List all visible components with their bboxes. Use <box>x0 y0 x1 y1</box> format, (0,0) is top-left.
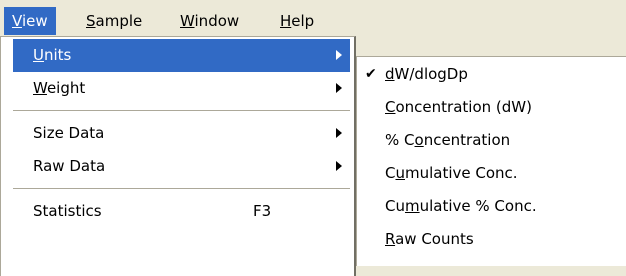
menu-separator <box>13 183 350 195</box>
menu-window-label-post: indow <box>194 12 240 30</box>
submenu-arrow-icon <box>334 117 344 150</box>
menu-view-label-key: V <box>12 12 22 30</box>
menu-item-weight-key: W <box>33 79 47 97</box>
checkmark-icon: ✔ <box>365 66 377 82</box>
menu-sample-label-post: ample <box>95 12 143 30</box>
menu-window[interactable]: Window <box>172 7 247 35</box>
menu-sample[interactable]: Sample <box>78 7 150 35</box>
submenu-item-cumulative-percent-conc-key: m <box>404 197 420 215</box>
submenu-item-dw-dlogdp[interactable]: ✔ dW/dlogDp <box>361 58 626 91</box>
submenu-item-cumulative-percent-conc-post: ulative % Conc. <box>419 197 537 215</box>
menu-item-units[interactable]: Units <box>13 39 350 72</box>
submenu-item-cumulative-percent-conc[interactable]: Cumulative % Conc. <box>361 190 626 223</box>
menu-item-weight-post: eight <box>46 79 86 97</box>
menu-item-statistics-label: Statistics <box>33 202 102 220</box>
submenu-item-cumulative-conc-post: mulative Conc. <box>405 164 518 182</box>
menu-item-units-post: nits <box>43 46 72 64</box>
submenu-item-raw-counts[interactable]: Raw Counts <box>361 223 626 256</box>
submenu-item-percent-concentration[interactable]: % Concentration <box>361 124 626 157</box>
menu-help-label-key: H <box>280 12 292 30</box>
view-menu-dropdown: Units Weight Size Data Raw Data Statisti… <box>0 36 356 276</box>
submenu-arrow-icon <box>334 150 344 183</box>
menu-item-statistics[interactable]: Statistics F3 <box>13 195 350 228</box>
submenu-arrow-icon <box>334 39 344 72</box>
menu-item-raw-data[interactable]: Raw Data <box>13 150 350 183</box>
submenu-item-raw-counts-key: R <box>385 230 396 248</box>
submenu-item-percent-concentration-post: ncentration <box>423 131 511 149</box>
submenu-item-cumulative-conc[interactable]: Cumulative Conc. <box>361 157 626 190</box>
menu-bar: View Sample Window Help <box>0 0 626 36</box>
submenu-arrow-icon <box>334 72 344 105</box>
menu-view[interactable]: View <box>4 7 56 35</box>
menu-item-size-data-label: Size Data <box>33 124 105 142</box>
menu-item-weight[interactable]: Weight <box>13 72 350 105</box>
submenu-item-percent-concentration-key: o <box>414 131 424 149</box>
menu-sample-label-key: S <box>86 12 96 30</box>
submenu-item-raw-counts-post: aw Counts <box>395 230 474 248</box>
menu-item-size-data[interactable]: Size Data <box>13 117 350 150</box>
submenu-item-cumulative-conc-key: u <box>395 164 405 182</box>
menu-separator <box>13 105 350 117</box>
submenu-item-dw-dlogdp-key: d <box>385 65 395 83</box>
submenu-item-concentration-dw[interactable]: Concentration (dW) <box>361 91 626 124</box>
menu-item-units-key: U <box>33 46 44 64</box>
submenu-item-cumulative-conc-pre: C <box>385 164 396 182</box>
menu-view-label-post: iew <box>21 12 48 30</box>
submenu-item-concentration-dw-post: oncentration (dW) <box>395 98 532 116</box>
menu-help[interactable]: Help <box>272 7 322 35</box>
units-submenu: ✔ dW/dlogDp Concentration (dW) % Concent… <box>356 56 626 266</box>
menu-window-label-key: W <box>180 12 195 30</box>
menu-item-statistics-shortcut: F3 <box>253 202 272 220</box>
menu-help-label-post: elp <box>291 12 315 30</box>
menu-item-raw-data-label: Raw Data <box>33 157 106 175</box>
submenu-item-dw-dlogdp-post: W/dlogDp <box>394 65 468 83</box>
submenu-item-concentration-dw-key: C <box>385 98 396 116</box>
submenu-item-percent-concentration-pre: % C <box>385 131 415 149</box>
submenu-item-cumulative-percent-conc-pre: Cu <box>385 197 405 215</box>
